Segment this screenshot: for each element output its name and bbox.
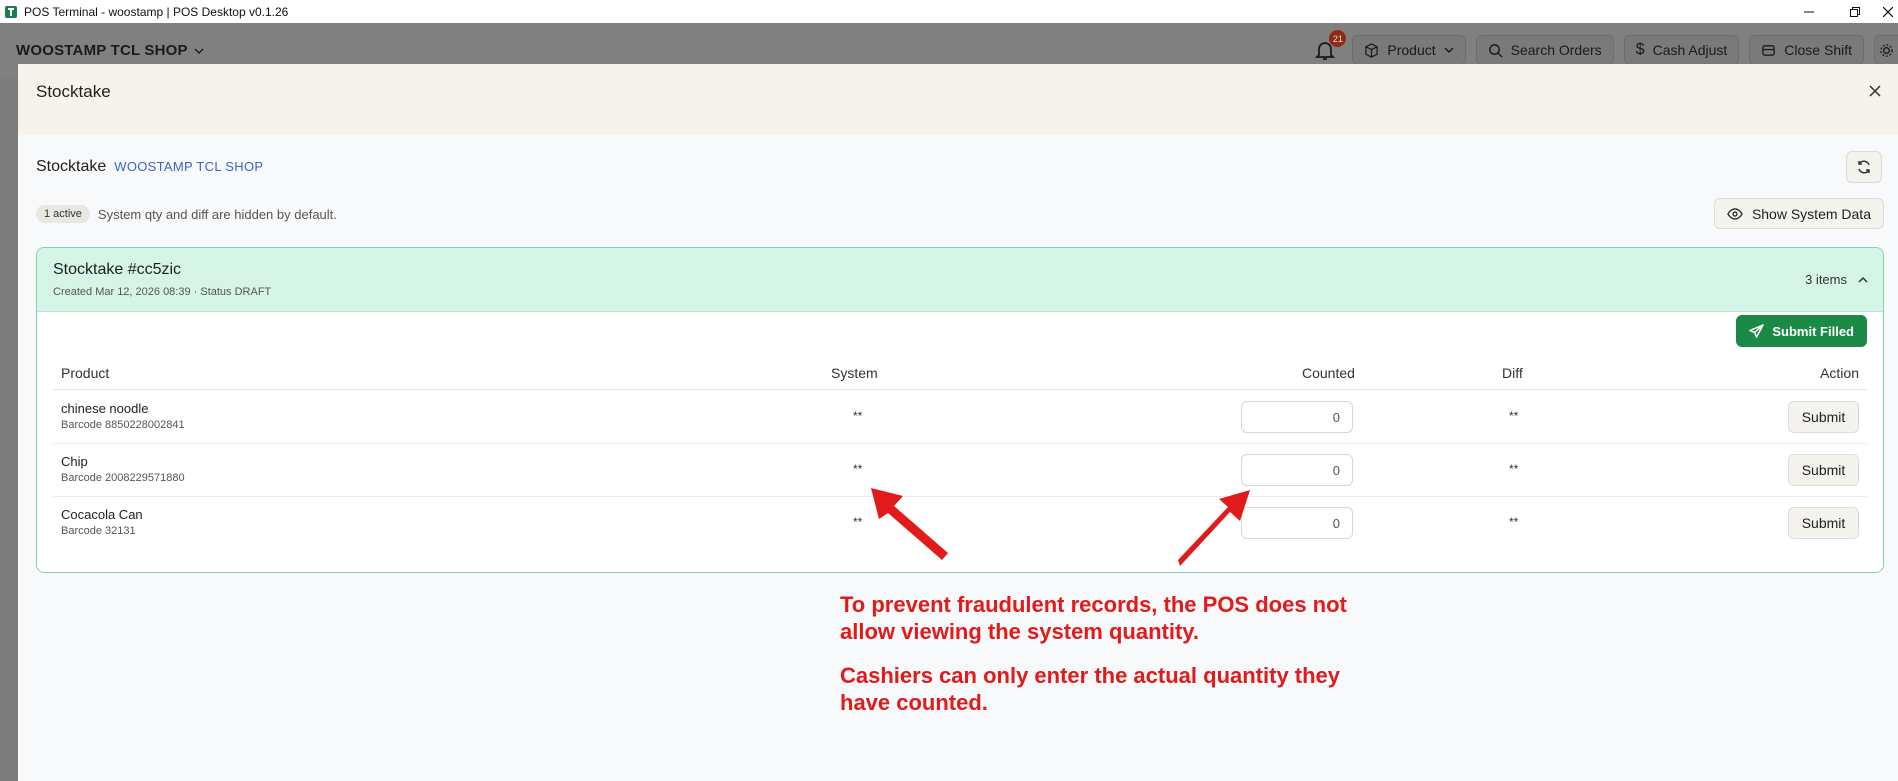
annotation-line: To prevent fraudulent records, the POS d…	[840, 592, 1347, 617]
annotation-text-1: To prevent fraudulent records, the POS d…	[840, 591, 1347, 645]
arrow-to-system-icon	[871, 488, 948, 560]
annotation-line: Cashiers can only enter the actual quant…	[840, 663, 1341, 688]
arrow-to-counted-icon	[1178, 490, 1250, 566]
annotation-line: allow viewing the system quantity.	[840, 619, 1200, 644]
annotation-text-2: Cashiers can only enter the actual quant…	[840, 662, 1340, 716]
annotation-line: have counted.	[840, 690, 988, 715]
